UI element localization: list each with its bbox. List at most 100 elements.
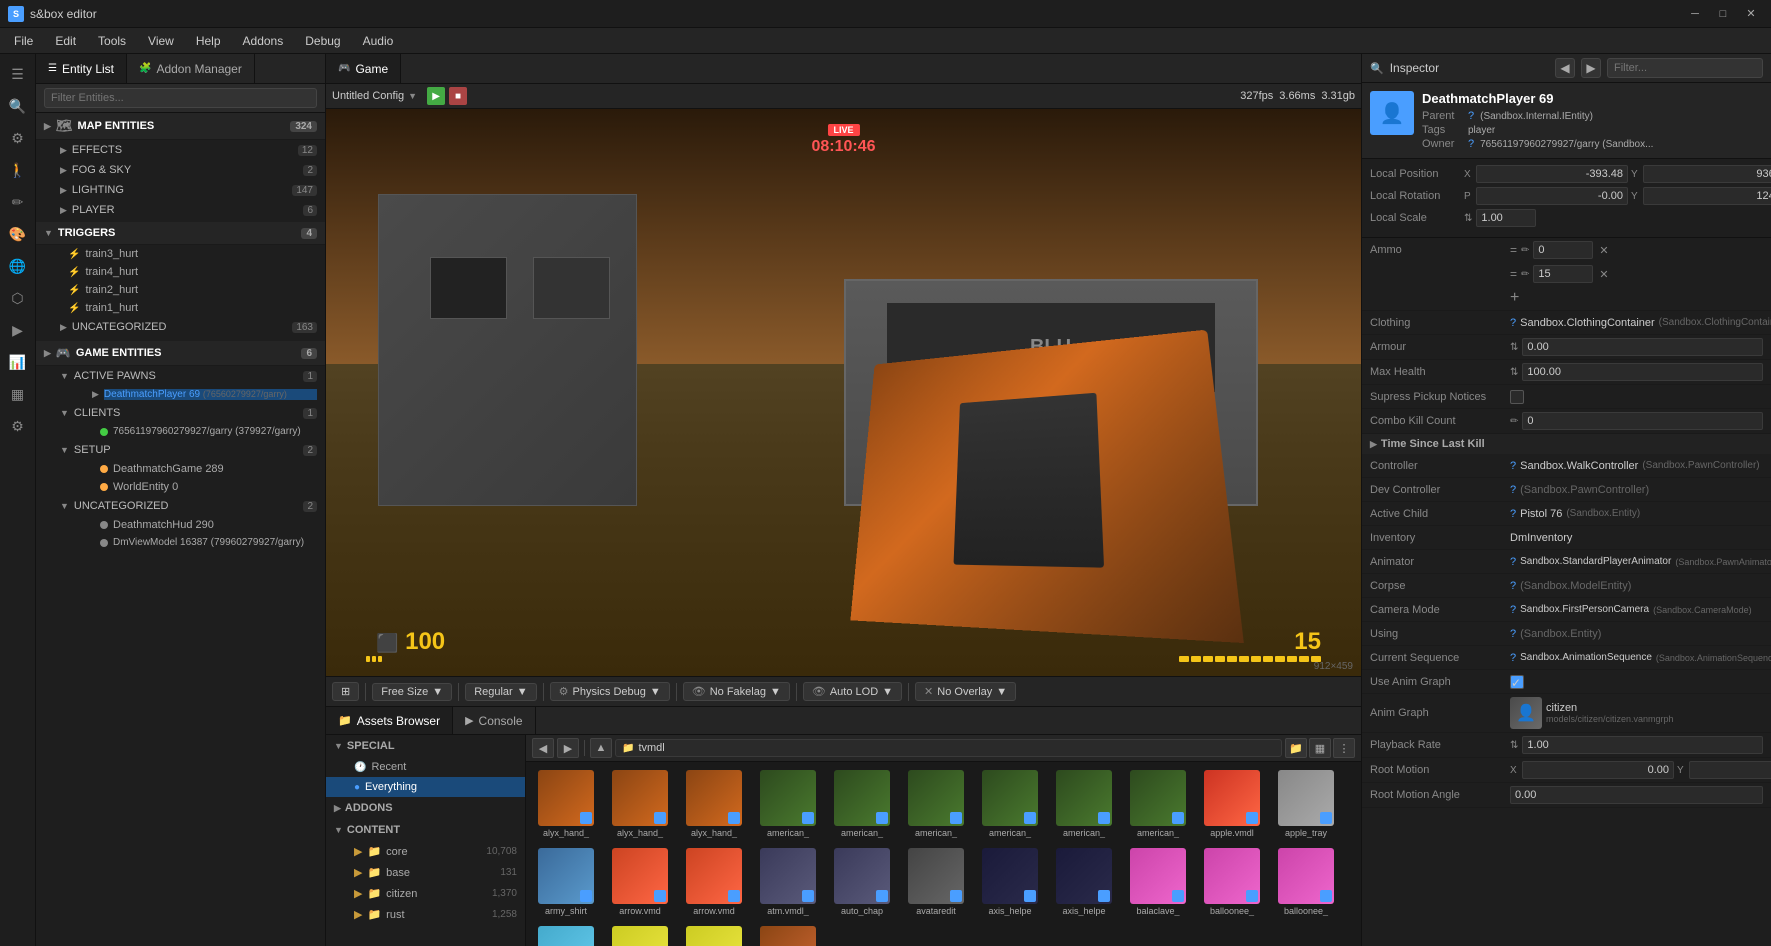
menu-audio[interactable]: Audio: [353, 32, 404, 50]
menu-view[interactable]: View: [138, 32, 184, 50]
grid-view-btn[interactable]: ▦: [1309, 738, 1331, 758]
recent-item[interactable]: 🕐 Recent: [326, 757, 525, 777]
physics-debug-dropdown[interactable]: ⚙ Physics Debug ▼: [550, 682, 670, 701]
asset-item-0[interactable]: alyx_hand_: [530, 766, 602, 842]
using-help[interactable]: ?: [1510, 628, 1516, 640]
triggers-header[interactable]: TRIGGERS 4: [36, 222, 325, 245]
regular-dropdown[interactable]: Regular ▼: [465, 683, 536, 701]
trigger-train1[interactable]: ⚡ train1_hurt: [36, 299, 325, 317]
tab-assets-browser[interactable]: 📁 Assets Browser: [326, 707, 453, 734]
content-header[interactable]: CONTENT: [326, 819, 525, 841]
sidebar-icon-list[interactable]: ☰: [4, 60, 32, 88]
position-y-input[interactable]: [1643, 165, 1771, 183]
trigger-train3[interactable]: ⚡ train3_hurt: [36, 245, 325, 263]
tab-game[interactable]: 🎮 Game: [326, 54, 401, 83]
game-uncat-item-1[interactable]: DmViewModel 16387 (79960279927/garry): [52, 534, 325, 551]
max-health-input[interactable]: [1522, 363, 1763, 381]
sidebar-icon-tools[interactable]: ⚙: [4, 412, 32, 440]
ammo-minus-2[interactable]: =: [1510, 267, 1517, 281]
deathmatch-player-item[interactable]: DeathmatchPlayer 69 (76560279927/garry): [104, 389, 317, 400]
map-uncat-header[interactable]: UNCATEGORIZED 163: [52, 317, 325, 337]
menu-tools[interactable]: Tools: [88, 32, 136, 50]
asset-item-24[interactable]: banana_tv: [678, 922, 750, 946]
menu-addons[interactable]: Addons: [233, 32, 294, 50]
active-pawn-expand[interactable]: DeathmatchPlayer 69 (76560279927/garry): [52, 386, 325, 403]
playback-rate-input[interactable]: [1522, 736, 1763, 754]
asset-item-13[interactable]: arrow.vmd: [678, 844, 750, 920]
menu-edit[interactable]: Edit: [45, 32, 86, 50]
combo-kill-pencil[interactable]: ✏: [1510, 416, 1518, 427]
sidebar-icon-search[interactable]: 🔍: [4, 92, 32, 120]
folder-base[interactable]: ▶ 📁 base 131: [326, 862, 525, 883]
no-overlay-dropdown[interactable]: ✕ No Overlay ▼: [915, 682, 1016, 701]
asset-item-18[interactable]: axis_helpe: [1048, 844, 1120, 920]
active-pawns-header[interactable]: ACTIVE PAWNS 1: [52, 366, 325, 386]
active-child-help[interactable]: ?: [1510, 508, 1516, 520]
rm-x-input[interactable]: [1522, 761, 1674, 779]
setup-header[interactable]: SETUP 2: [52, 440, 325, 460]
rotation-p-input[interactable]: [1476, 187, 1628, 205]
effects-header[interactable]: EFFECTS 12: [52, 140, 325, 160]
entity-filter-input[interactable]: [44, 88, 317, 108]
parent-help-icon[interactable]: ?: [1468, 110, 1474, 122]
asset-item-6[interactable]: american_: [974, 766, 1046, 842]
clients-header[interactable]: CLIENTS 1: [52, 403, 325, 423]
everything-item[interactable]: ● Everything: [326, 777, 525, 797]
asset-item-14[interactable]: atm.vmdl_: [752, 844, 824, 920]
config-dropdown[interactable]: Untitled Config ▼: [332, 90, 417, 102]
asset-item-20[interactable]: balloonee_: [1196, 844, 1268, 920]
trigger-train4[interactable]: ⚡ train4_hurt: [36, 263, 325, 281]
folder-core[interactable]: ▶ 📁 core 10,708: [326, 841, 525, 862]
asset-item-23[interactable]: banana.vr_: [604, 922, 676, 946]
asset-item-9[interactable]: apple.vmdl: [1196, 766, 1268, 842]
client-item[interactable]: 76561197960279927/garry (379927/garry): [52, 423, 325, 440]
tab-console[interactable]: ▶ Console: [453, 707, 536, 734]
close-button[interactable]: ✕: [1739, 5, 1763, 23]
asset-item-22[interactable]: ballontall_: [530, 922, 602, 946]
nav-back-btn[interactable]: ◀: [532, 738, 554, 758]
asset-item-7[interactable]: american_: [1048, 766, 1120, 842]
sidebar-icon-player[interactable]: 🚶: [4, 156, 32, 184]
ammo-pencil-2[interactable]: ✏: [1521, 269, 1529, 280]
ammo-input-1[interactable]: [1533, 241, 1593, 259]
nav-forward-btn[interactable]: ▶: [557, 738, 579, 758]
menu-debug[interactable]: Debug: [295, 32, 350, 50]
clothing-help[interactable]: ?: [1510, 317, 1516, 329]
current-seq-help[interactable]: ?: [1510, 652, 1516, 664]
no-fakelag-dropdown[interactable]: 👁 No Fakelag ▼: [683, 682, 790, 701]
inspector-forward-btn[interactable]: ▶: [1581, 58, 1601, 78]
menu-help[interactable]: Help: [186, 32, 231, 50]
rotation-y-input[interactable]: [1643, 187, 1771, 205]
game-uncat-header[interactable]: UNCATEGORIZED 2: [52, 496, 325, 516]
asset-item-2[interactable]: alyx_hand_: [678, 766, 750, 842]
sidebar-icon-hex[interactable]: ⬡: [4, 284, 32, 312]
asset-item-21[interactable]: balloonee_: [1270, 844, 1342, 920]
controller-help[interactable]: ?: [1510, 460, 1516, 472]
special-header[interactable]: SPECIAL: [326, 735, 525, 757]
scale-input[interactable]: [1476, 209, 1536, 227]
asset-item-11[interactable]: army_shirt: [530, 844, 602, 920]
ammo-add-btn[interactable]: +: [1510, 289, 1519, 307]
corpse-help[interactable]: ?: [1510, 580, 1516, 592]
use-anim-graph-checkbox[interactable]: ✓: [1510, 675, 1524, 689]
combo-kill-input[interactable]: [1522, 412, 1763, 430]
game-uncat-item-0[interactable]: DeathmatchHud 290: [52, 516, 325, 534]
free-size-dropdown[interactable]: Free Size ▼: [372, 683, 452, 701]
folder-citizen[interactable]: ▶ 📁 citizen 1,370: [326, 883, 525, 904]
armour-input[interactable]: [1522, 338, 1763, 356]
owner-help-icon[interactable]: ?: [1468, 138, 1474, 150]
sidebar-icon-chart[interactable]: 📊: [4, 348, 32, 376]
sidebar-icon-settings[interactable]: ⚙: [4, 124, 32, 152]
ammo-input-2[interactable]: [1533, 265, 1593, 283]
sidebar-icon-world[interactable]: 🌐: [4, 252, 32, 280]
sidebar-icon-paint[interactable]: 🎨: [4, 220, 32, 248]
menu-file[interactable]: File: [4, 32, 43, 50]
viewport-expand-btn[interactable]: ⊞: [332, 682, 359, 701]
stop-button[interactable]: ■: [449, 87, 467, 105]
ammo-minus-1[interactable]: =: [1510, 243, 1517, 257]
maximize-button[interactable]: □: [1711, 5, 1735, 23]
setup-item-0[interactable]: DeathmatchGame 289: [52, 460, 325, 478]
asset-item-4[interactable]: american_: [826, 766, 898, 842]
ammo-pencil-1[interactable]: ✏: [1521, 245, 1529, 256]
folder-btn[interactable]: 📁: [1285, 738, 1307, 758]
